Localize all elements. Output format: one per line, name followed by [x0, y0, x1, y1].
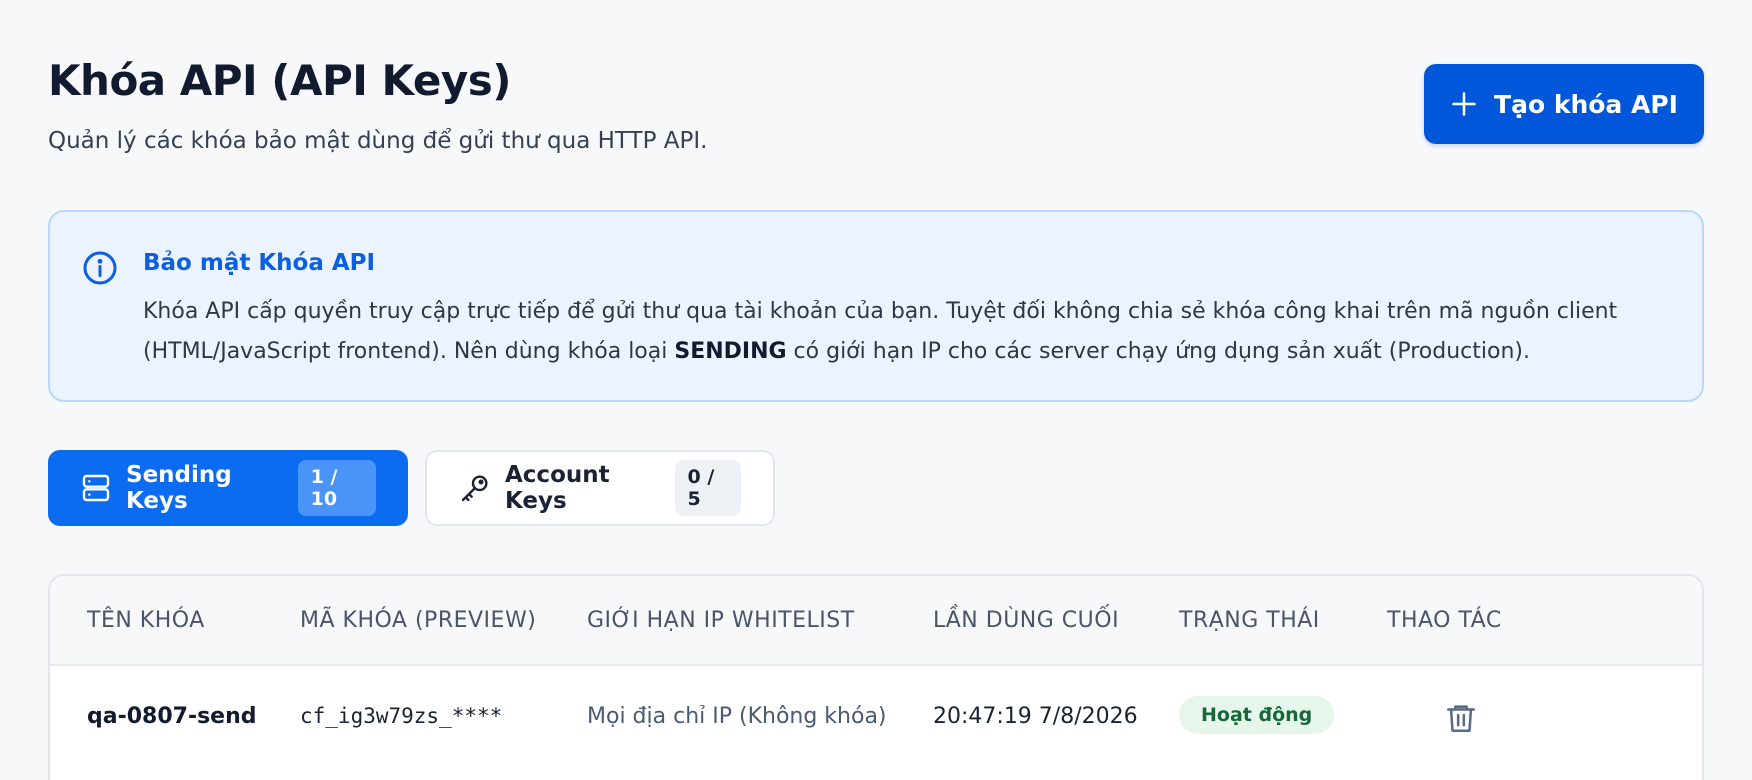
column-header-name: TÊN KHÓA [87, 608, 205, 633]
page-header: Khóa API (API Keys) Quản lý các khóa bảo… [48, 0, 1704, 210]
security-info-box: Bảo mật Khóa API Khóa API cấp quyền truy… [48, 210, 1704, 402]
trash-icon[interactable] [1444, 700, 1478, 736]
api-keys-table: TÊN KHÓA MÃ KHÓA (PREVIEW) GIỚI HẠN IP W… [48, 574, 1704, 780]
key-icon [461, 475, 488, 502]
tab-account-keys-label: Account Keys [505, 462, 610, 514]
tab-account-keys-count: 0 / 5 [674, 460, 741, 516]
status-badge: Hoạt động [1179, 696, 1335, 734]
tab-account-keys[interactable]: Account Keys 0 / 5 [425, 450, 775, 526]
column-header-status: TRẠNG THÁI [1179, 608, 1320, 633]
column-header-preview: MÃ KHÓA (PREVIEW) [300, 608, 537, 633]
key-last-used: 20:47:19 7/8/2026 [933, 704, 1138, 729]
info-body: Khóa API cấp quyền truy cập trực tiếp để… [143, 292, 1653, 372]
info-body-part2: có giới hạn IP cho các server chạy ứng d… [786, 339, 1530, 364]
info-body-bold: SENDING [674, 339, 787, 364]
info-icon [83, 251, 117, 285]
tab-sending-keys-label: Sending Keys [126, 462, 232, 514]
info-title: Bảo mật Khóa API [143, 250, 376, 276]
tab-sending-keys-count: 1 / 10 [297, 460, 376, 516]
create-api-key-label: Tạo khóa API [1494, 89, 1678, 119]
key-preview: cf_ig3w79zs_**** [300, 704, 503, 728]
page-title: Khóa API (API Keys) [48, 56, 511, 105]
page-subtitle: Quản lý các khóa bảo mật dùng để gửi thư… [48, 128, 708, 154]
tab-sending-keys[interactable]: Sending Keys 1 / 10 [48, 450, 408, 526]
plus-icon [1452, 92, 1476, 116]
key-name: qa-0807-send [87, 704, 257, 729]
column-header-ip-whitelist: GIỚI HẠN IP WHITELIST [587, 608, 855, 633]
column-header-actions: THAO TÁC [1387, 608, 1502, 633]
key-type-tabs: Sending Keys 1 / 10 Account Keys 0 / 5 [48, 450, 775, 526]
create-api-key-button[interactable]: Tạo khóa API [1424, 64, 1704, 144]
table-row: qa-0807-send cf_ig3w79zs_**** Mọi địa ch… [50, 666, 1702, 780]
server-icon [82, 474, 110, 502]
key-ip-whitelist: Mọi địa chỉ IP (Không khóa) [587, 704, 887, 729]
api-keys-page: Khóa API (API Keys) Quản lý các khóa bảo… [48, 0, 1704, 780]
table-header: TÊN KHÓA MÃ KHÓA (PREVIEW) GIỚI HẠN IP W… [50, 576, 1702, 666]
column-header-last-used: LẦN DÙNG CUỐI [933, 608, 1120, 633]
